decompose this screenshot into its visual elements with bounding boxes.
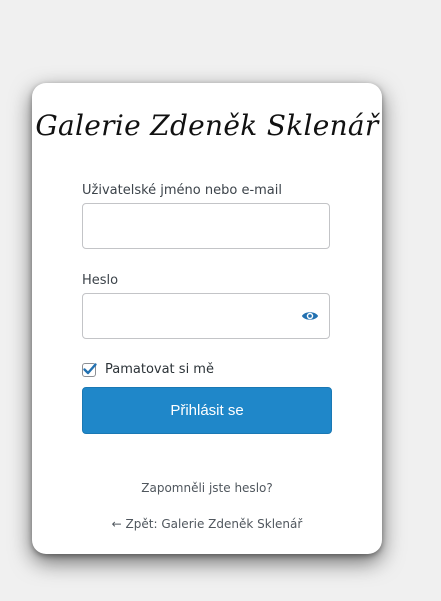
password-input[interactable] [82, 293, 330, 339]
checkmark-icon [83, 362, 97, 374]
show-password-eye-icon[interactable] [301, 307, 319, 325]
login-card: Galerie Zdeněk Sklenář Uživatelské jméno… [32, 83, 382, 554]
site-logo[interactable]: Galerie Zdeněk Sklenář [32, 109, 382, 142]
remember-checkbox[interactable] [82, 362, 97, 377]
remember-label: Pamatovat si mě [105, 362, 214, 377]
username-input[interactable] [82, 203, 330, 249]
back-to-site-link[interactable]: ← Zpět: Galerie Zdeněk Sklenář [32, 517, 382, 531]
password-label: Heslo [82, 273, 119, 288]
login-button[interactable]: Přihlásit se [82, 387, 332, 434]
remember-me[interactable]: Pamatovat si mě [82, 362, 214, 377]
username-label: Uživatelské jméno nebo e-mail [82, 183, 283, 198]
lost-password-link[interactable]: Zapomněli jste heslo? [32, 481, 382, 495]
